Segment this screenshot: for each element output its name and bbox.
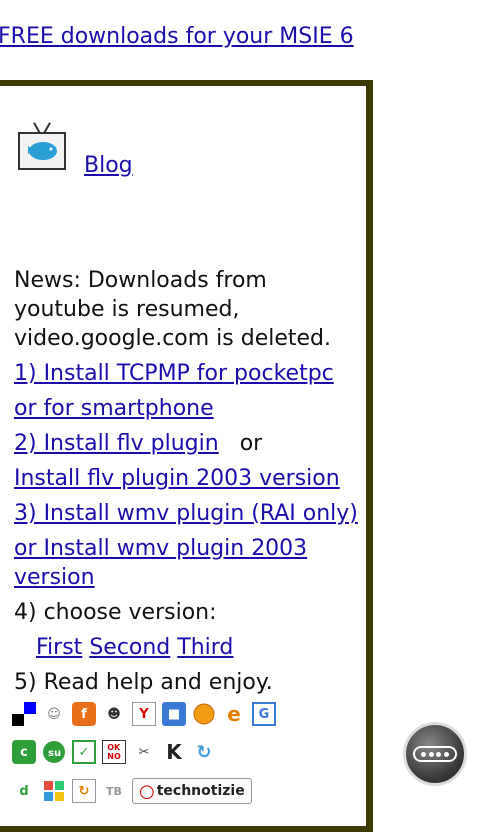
install-wmv-link[interactable]: 3) Install wmv plugin (RAI only) (14, 501, 358, 526)
bookmark-icons-row-1: ☺ f ☻ Y ■ e G (12, 702, 276, 726)
version-first-link[interactable]: First (36, 635, 82, 660)
version-third-link[interactable]: Third (177, 635, 233, 660)
connotea-icon[interactable]: c (12, 740, 36, 764)
checkmark-icon[interactable]: ✓ (72, 740, 96, 764)
svg-text:su: su (48, 748, 61, 759)
stumbleupon-icon[interactable]: su (42, 740, 66, 764)
technotizie-button[interactable]: ○ technotizie (132, 778, 252, 804)
version-second-link[interactable]: Second (89, 635, 170, 660)
bookmark-icons-row-2: c su ✓ OK NO ✂ K ↻ (12, 740, 216, 764)
yahoo-icon[interactable]: Y (132, 702, 156, 726)
orange-dot-icon[interactable] (192, 702, 216, 726)
more-options-button[interactable] (403, 722, 467, 786)
technotizie-icon: ○ (139, 780, 155, 802)
news-text: News: Downloads from youtube is resumed,… (14, 268, 332, 351)
tb-icon[interactable]: TB (102, 779, 126, 803)
windows-icon[interactable] (42, 779, 66, 803)
bookmark-icons-row-3: d ↻ TB ○ technotizie (12, 778, 252, 804)
okno-icon[interactable]: OK NO (102, 740, 126, 764)
choose-version-text: 4) choose version: (14, 600, 217, 625)
furl-icon[interactable]: f (72, 702, 96, 726)
content: News: Downloads from youtube is resumed,… (14, 266, 364, 697)
blog-row: Blog (18, 122, 133, 178)
read-help-text: 5) Read help and enjoy. (14, 670, 273, 695)
more-options-icon (413, 746, 457, 762)
main-panel: Blog News: Downloads from youtube is res… (0, 80, 373, 832)
install-flv-2003-link[interactable]: Install flv plugin 2003 version (14, 466, 340, 491)
robot-icon[interactable]: ■ (162, 702, 186, 726)
digg-icon[interactable]: d (12, 779, 36, 803)
blog-link[interactable]: Blog (84, 153, 133, 178)
technotizie-label: technotizie (156, 783, 245, 799)
smartphone-link[interactable]: or for smartphone (14, 396, 214, 421)
ie-icon[interactable]: e (222, 702, 246, 726)
tv-icon[interactable] (18, 122, 68, 172)
reddit-icon[interactable]: ☻ (102, 702, 126, 726)
install-flv-link[interactable]: 2) Install flv plugin (14, 431, 219, 456)
msie-downloads-link[interactable]: FREE downloads for your MSIE 6 (0, 24, 354, 49)
people-icon[interactable]: ☺ (42, 702, 66, 726)
scissors-icon[interactable]: ✂ (132, 740, 156, 764)
install-wmv-2003-link[interactable]: or Install wmv plugin 2003 version (14, 536, 307, 590)
delicious-icon[interactable] (12, 702, 36, 726)
k-icon[interactable]: K (162, 740, 186, 764)
spiral-icon[interactable]: ↻ (192, 740, 216, 764)
rss-icon[interactable]: ↻ (72, 779, 96, 803)
install-tcpmp-link[interactable]: 1) Install TCPMP for pocketpc (14, 361, 334, 386)
or-text: or (239, 431, 263, 456)
google-icon[interactable]: G (252, 702, 276, 726)
